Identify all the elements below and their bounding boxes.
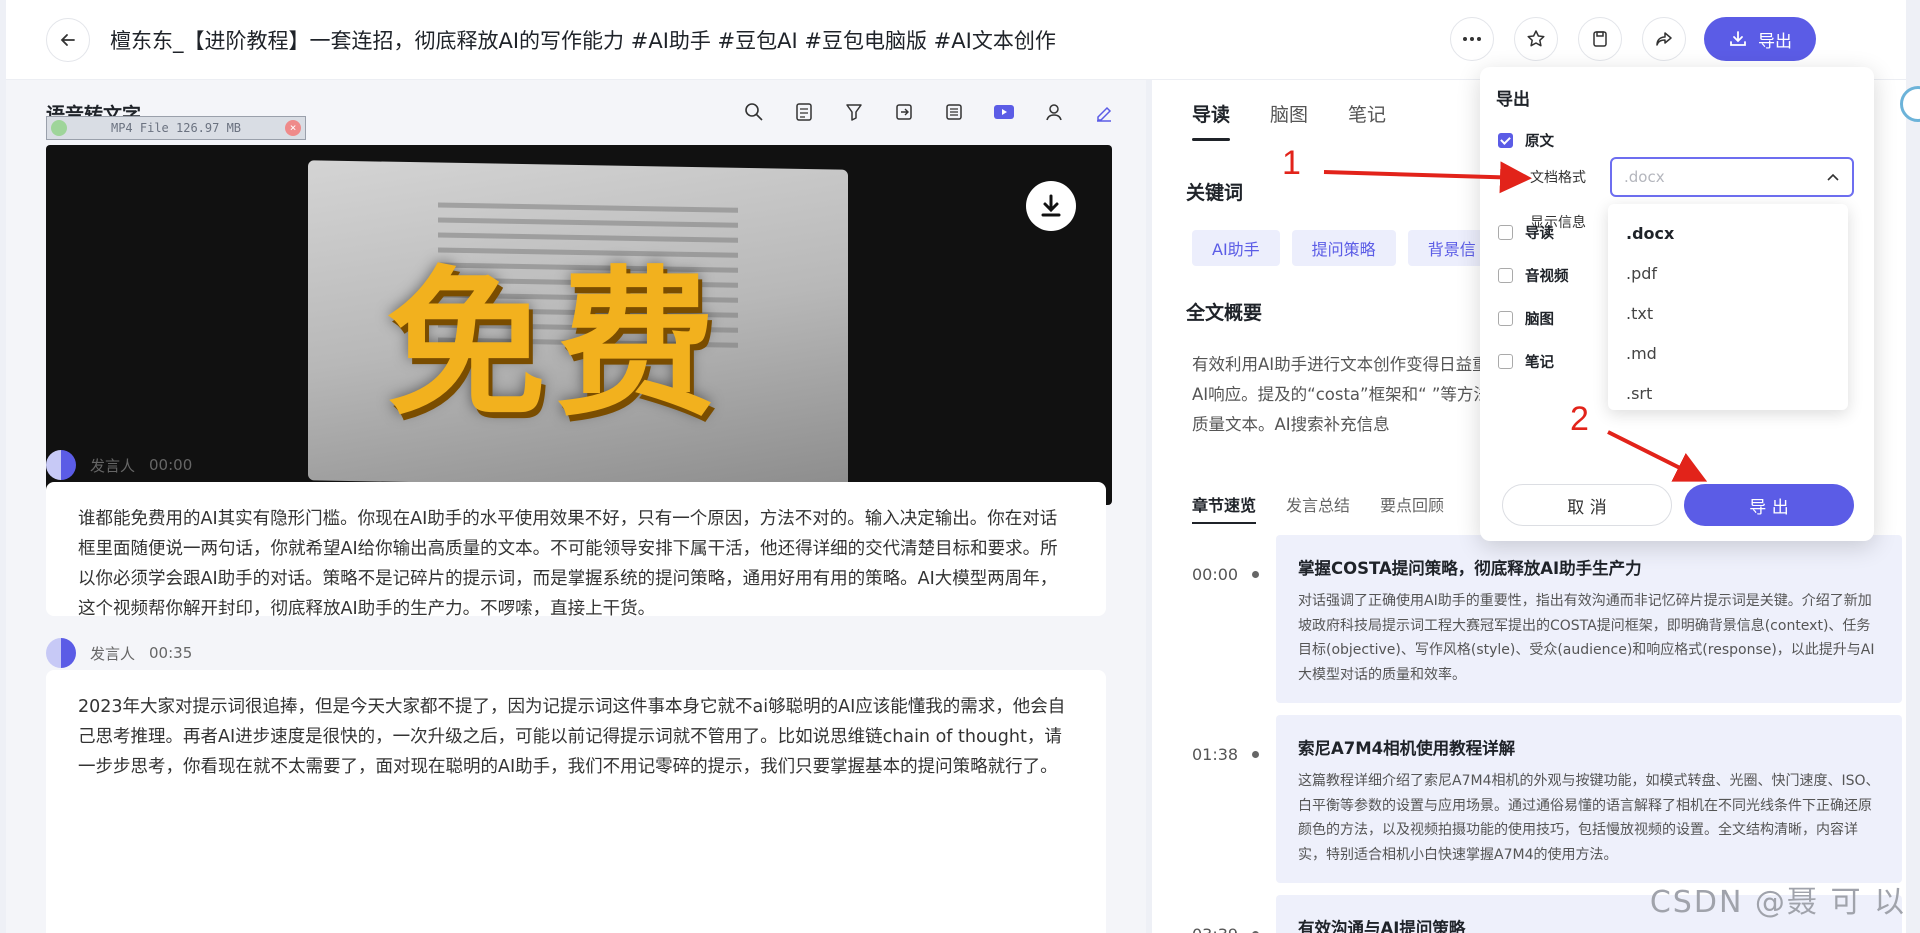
arrow-to-export bbox=[1607, 430, 1708, 482]
annotation-arrows bbox=[1323, 161, 1708, 482]
arrow-to-format bbox=[1323, 161, 1532, 194]
watermark: CSDN @聂 可 以 bbox=[1649, 885, 1906, 920]
